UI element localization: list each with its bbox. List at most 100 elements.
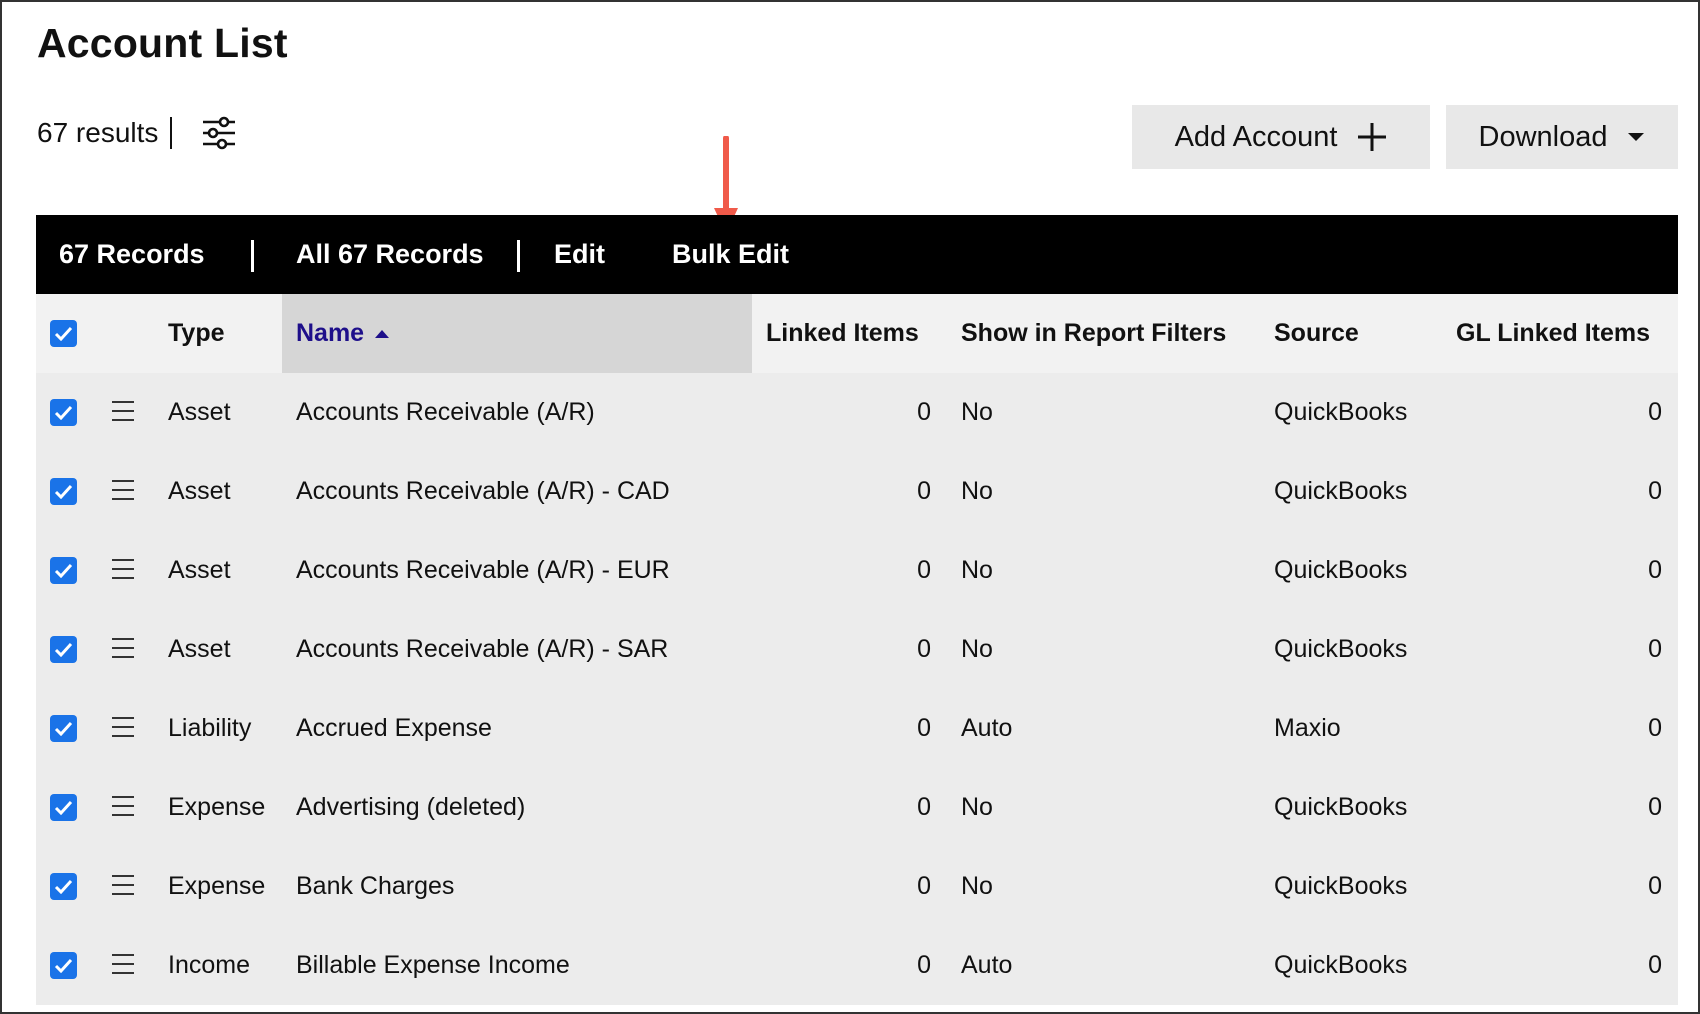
account-list-page: Account List 67 results Add Account Down… [0,0,1700,1014]
cell-type: Asset [168,477,231,505]
table-row[interactable]: Asset Accounts Receivable (A/R) - EUR 0 No Q… [36,531,1678,610]
download-label: Download [1478,120,1608,153]
cell-linked-items: 0 [917,477,931,505]
cell-source: QuickBooks [1274,872,1408,900]
cell-type: Asset [168,635,231,663]
cell-type: Liability [168,714,252,742]
cell-show-in-report-filters: No [961,793,993,821]
results-count: 67 results [37,117,159,148]
table-row[interactable]: Asset Accounts Receivable (A/R) - CAD 0 No Q… [36,452,1678,531]
plus-icon [1357,122,1387,152]
bulk-edit-button[interactable]: Bulk Edit [672,215,789,294]
cell-type: Income [168,951,250,979]
row-checkbox[interactable] [50,715,77,742]
cell-name: Accounts Receivable (A/R) [296,398,595,426]
cell-linked-items: 0 [917,556,931,584]
table-row[interactable]: Asset Accounts Receivable (A/R) - SAR 0 No Q… [36,610,1678,689]
row-checkbox[interactable] [50,399,77,426]
cell-name: Accounts Receivable (A/R) - CAD [296,477,670,505]
add-account-label: Add Account [1174,120,1338,153]
row-checkbox[interactable] [50,557,77,584]
cell-linked-items: 0 [917,714,931,742]
cell-show-in-report-filters: No [961,477,993,505]
drag-handle-icon[interactable] [112,954,134,976]
cell-show-in-report-filters: No [961,635,993,663]
drag-handle-icon[interactable] [112,875,134,897]
cell-gl-linked-items: 0 [1648,714,1662,742]
cell-gl-linked-items: 0 [1648,635,1662,663]
cell-source: QuickBooks [1274,951,1408,979]
cell-gl-linked-items: 0 [1648,872,1662,900]
download-button[interactable]: Download [1446,105,1678,169]
drag-handle-icon[interactable] [112,717,134,739]
cell-type: Expense [168,793,266,821]
results-summary: 67 results [37,114,238,152]
header-show-in-report-filters[interactable]: Show in Report Filters [961,294,1226,373]
table-header: Type Name Linked Items Show in Report Fi… [36,294,1678,373]
cell-linked-items: 0 [917,872,931,900]
cell-name: Bank Charges [296,872,455,900]
cell-show-in-report-filters: Auto [961,951,1013,979]
cell-show-in-report-filters: No [961,872,993,900]
cell-type: Asset [168,556,231,584]
select-all-records[interactable]: All 67 Records [296,215,484,294]
cell-linked-items: 0 [917,793,931,821]
cell-linked-items: 0 [917,398,931,426]
sort-ascending-icon [375,329,390,338]
caret-down-icon [1627,131,1645,143]
header-type[interactable]: Type [168,294,225,373]
accounts-table: Type Name Linked Items Show in Report Fi… [36,294,1678,1005]
drag-handle-icon[interactable] [112,638,134,660]
drag-handle-icon[interactable] [112,401,134,423]
drag-handle-icon[interactable] [112,559,134,581]
cell-name: Billable Expense Income [296,951,570,979]
select-all-checkbox[interactable] [50,320,77,347]
results-divider [170,117,173,149]
cell-name: Accrued Expense [296,714,492,742]
cell-source: QuickBooks [1274,398,1408,426]
table-row[interactable]: Expense Bank Charges 0 No QuickBooks 0 [36,847,1678,926]
header-name-label: Name [296,319,365,347]
bulk-action-toolbar: 67 Records All 67 Records Edit Bulk Edit [36,215,1678,294]
edit-button[interactable]: Edit [554,215,605,294]
row-checkbox[interactable] [50,873,77,900]
header-name[interactable]: Name [296,294,390,373]
cell-name: Advertising (deleted) [296,793,526,821]
cell-source: QuickBooks [1274,556,1408,584]
cell-source: Maxio [1274,714,1341,742]
cell-show-in-report-filters: No [961,398,993,426]
cell-type: Asset [168,398,231,426]
table-body: Asset Accounts Receivable (A/R) 0 No QuickBo… [36,373,1678,1005]
header-linked-items[interactable]: Linked Items [766,294,919,373]
row-checkbox[interactable] [50,636,77,663]
cell-gl-linked-items: 0 [1648,793,1662,821]
toolbar-divider [517,240,520,272]
page-title: Account List [37,20,288,66]
cell-gl-linked-items: 0 [1648,556,1662,584]
filter-settings-icon[interactable] [200,114,238,152]
cell-name: Accounts Receivable (A/R) - EUR [296,556,670,584]
drag-handle-icon[interactable] [112,796,134,818]
cell-gl-linked-items: 0 [1648,398,1662,426]
header-source[interactable]: Source [1274,294,1359,373]
drag-handle-icon[interactable] [112,480,134,502]
add-account-button[interactable]: Add Account [1132,105,1430,169]
table-row[interactable]: Liability Accrued Expense 0 Auto Maxio 0 [36,689,1678,768]
cell-source: QuickBooks [1274,635,1408,663]
cell-show-in-report-filters: Auto [961,714,1013,742]
row-checkbox[interactable] [50,478,77,505]
table-row[interactable]: Expense Advertising (deleted) 0 No QuickBook… [36,768,1678,847]
toolbar-divider [251,240,254,272]
row-checkbox[interactable] [50,794,77,821]
cell-linked-items: 0 [917,951,931,979]
header-gl-linked-items[interactable]: GL Linked Items [1456,294,1650,373]
cell-show-in-report-filters: No [961,556,993,584]
cell-source: QuickBooks [1274,793,1408,821]
cell-type: Expense [168,872,266,900]
row-checkbox[interactable] [50,952,77,979]
cell-gl-linked-items: 0 [1648,951,1662,979]
cell-name: Accounts Receivable (A/R) - SAR [296,635,669,663]
table-row[interactable]: Income Billable Expense Income 0 Auto QuickB… [36,926,1678,1005]
table-row[interactable]: Asset Accounts Receivable (A/R) 0 No QuickBo… [36,373,1678,452]
records-count: 67 Records [59,239,205,269]
